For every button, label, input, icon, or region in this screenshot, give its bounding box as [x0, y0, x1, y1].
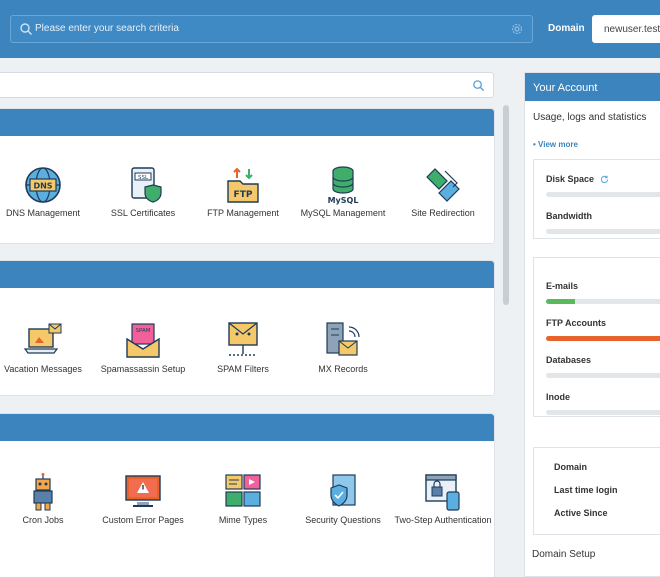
ssl-certificate-icon: SSL — [131, 167, 162, 203]
svg-text:SSL: SSL — [138, 175, 149, 181]
spam-filter-icon — [228, 322, 258, 356]
tools-panel-domains: DNS DNS Management SSL SSL Certificates … — [0, 108, 495, 244]
bandwidth-bar — [546, 229, 660, 234]
content-scrollbar[interactable] — [503, 105, 509, 305]
tile-label: Spamassassin Setup — [100, 364, 186, 374]
mx-server-icon — [326, 322, 360, 356]
account-info-box: Domain Last time login Active Since — [533, 447, 660, 535]
global-search-input[interactable]: Please enter your search criteria — [10, 15, 533, 43]
tile-dns-management[interactable]: DNS DNS Management — [0, 165, 93, 218]
your-account-panel: Your Account Usage, logs and statistics … — [524, 72, 660, 577]
account-title: Your Account — [533, 82, 598, 94]
inode-bar — [546, 410, 660, 415]
domain-label: Domain — [548, 23, 585, 34]
tile-mx-records[interactable]: MX Records — [293, 321, 393, 374]
robot-icon — [33, 473, 53, 511]
tile-mysql-management[interactable]: MySQL MySQL Management — [293, 165, 393, 218]
emails-bar — [546, 299, 660, 304]
domain-selector-value: newuser.test — [604, 24, 660, 35]
tile-spam-filters[interactable]: SPAM Filters — [193, 321, 293, 374]
disk-space-label: Disk Space — [546, 174, 595, 184]
ftp-accounts-bar — [546, 336, 660, 341]
search-icon — [20, 23, 32, 35]
tile-label: Custom Error Pages — [102, 515, 184, 525]
svg-text:DNS: DNS — [33, 182, 52, 191]
databases-bar — [546, 373, 660, 378]
bandwidth-label: Bandwidth — [546, 211, 592, 221]
media-types-icon — [225, 474, 261, 507]
tile-label: FTP Management — [207, 208, 279, 218]
mysql-database-icon: MySQL — [328, 166, 359, 205]
ftp-accounts-fill — [546, 336, 660, 341]
ftp-folder-icon: FTP — [227, 167, 259, 203]
tile-label: Site Redirection — [411, 208, 475, 218]
dns-globe-icon: DNS — [25, 167, 61, 203]
shield-document-icon — [330, 474, 356, 507]
tile-spamassassin-setup[interactable]: SPAM Spamassassin Setup — [93, 321, 193, 374]
tile-label: Mime Types — [218, 515, 268, 525]
tile-label: Cron Jobs — [22, 515, 64, 525]
panel-header — [0, 261, 494, 288]
tile-vacation-messages[interactable]: Vacation Messages — [0, 321, 93, 374]
redirect-arrows-icon — [426, 168, 460, 202]
tile-label: Vacation Messages — [4, 364, 82, 374]
info-domain-label: Domain — [554, 462, 588, 472]
inode-label: Inode — [546, 392, 570, 402]
emails-fill — [546, 299, 575, 304]
limits-box: E-mails FTP Accounts Databases Inode — [533, 257, 660, 417]
panel-header — [0, 414, 494, 441]
domain-selector[interactable]: newuser.test — [592, 15, 660, 43]
info-last-login-label: Last time login — [554, 485, 618, 495]
vacation-laptop-icon — [23, 323, 62, 354]
svg-text:SPAM: SPAM — [136, 328, 151, 334]
tile-two-step-authentication[interactable]: Two-Step Authentication — [393, 472, 493, 525]
tile-security-questions[interactable]: Security Questions — [293, 472, 393, 525]
tools-panel-email: Vacation Messages SPAM Spamassassin Setu… — [0, 260, 495, 396]
tile-label: Two-Step Authentication — [394, 515, 492, 525]
info-active-since-label: Active Since — [554, 508, 608, 518]
tile-label: MX Records — [318, 364, 368, 374]
tile-site-redirection[interactable]: Site Redirection — [393, 165, 493, 218]
tile-label: SSL Certificates — [110, 208, 176, 218]
databases-label: Databases — [546, 355, 592, 365]
view-more-link[interactable]: • View more — [533, 140, 578, 149]
account-header: Your Account — [525, 73, 660, 101]
ftp-accounts-label: FTP Accounts — [546, 318, 607, 328]
lock-browser-icon — [425, 474, 460, 511]
tile-label: SPAM Filters — [217, 364, 269, 374]
spam-envelope-icon: SPAM — [126, 323, 160, 358]
svg-text:MySQL: MySQL — [328, 196, 359, 205]
panel-header — [0, 109, 494, 136]
usage-box: Disk Space Bandwidth — [533, 159, 660, 239]
settings-icon[interactable] — [510, 22, 524, 36]
tools-panel-advanced: Cron Jobs Custom Error Pages Mime Types … — [0, 413, 495, 577]
svg-text:FTP: FTP — [234, 190, 253, 200]
search-icon — [473, 80, 485, 92]
account-subtitle: Usage, logs and statistics — [533, 112, 647, 123]
tile-cron-jobs[interactable]: Cron Jobs — [0, 472, 93, 525]
tools-search-input[interactable] — [0, 72, 494, 98]
tile-mime-types[interactable]: Mime Types — [193, 472, 293, 525]
disk-space-bar — [546, 192, 660, 197]
refresh-icon[interactable] — [600, 175, 609, 184]
tile-ftp-management[interactable]: FTP FTP Management — [193, 165, 293, 218]
search-placeholder: Please enter your search criteria — [35, 23, 179, 34]
tile-label: MySQL Management — [300, 208, 386, 218]
top-bar: Please enter your search criteria Domain… — [0, 0, 660, 58]
emails-label: E-mails — [546, 281, 579, 291]
tile-label: Security Questions — [305, 515, 381, 525]
tile-custom-error-pages[interactable]: Custom Error Pages — [93, 472, 193, 525]
error-monitor-icon — [125, 475, 161, 507]
tile-ssl-certificates[interactable]: SSL SSL Certificates — [93, 165, 193, 218]
tile-label: DNS Management — [5, 208, 81, 218]
domain-setup-heading[interactable]: Domain Setup — [532, 549, 595, 560]
